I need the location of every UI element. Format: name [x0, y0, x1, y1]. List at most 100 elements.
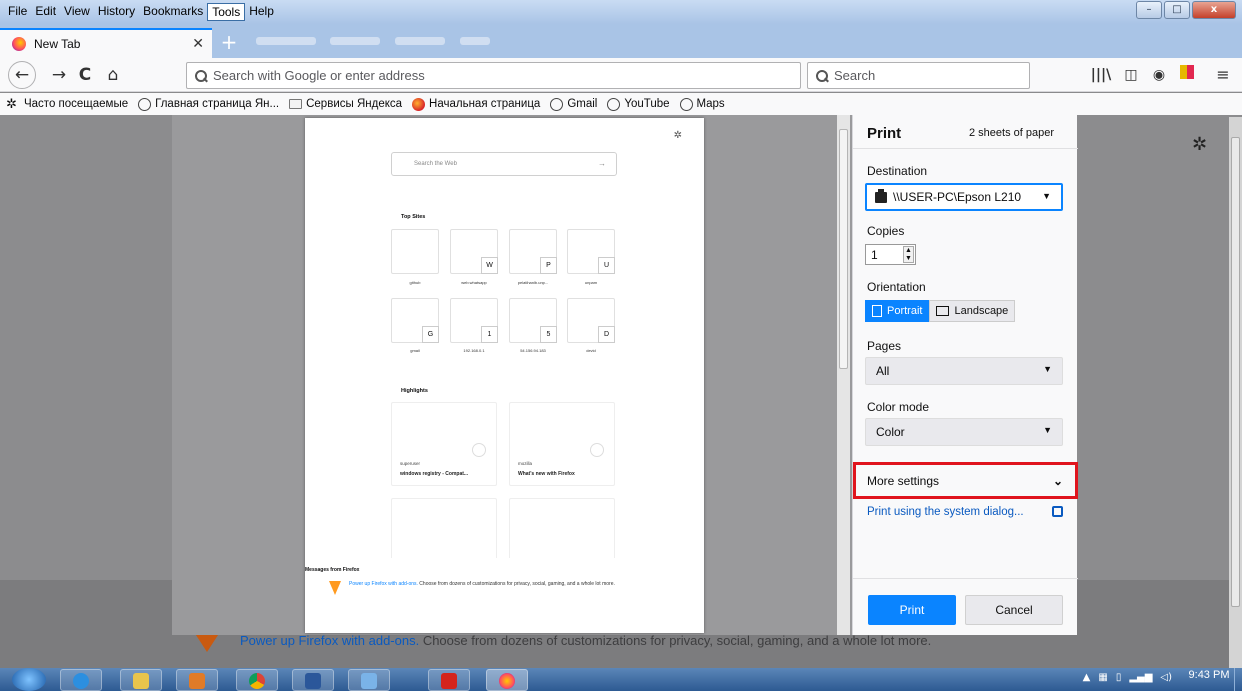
bookmark-yandex-home[interactable]: Главная страница Ян...	[138, 97, 280, 111]
bookmark-label: YouTube	[624, 98, 670, 110]
search-bar[interactable]: Search	[807, 62, 1030, 89]
orientation-label: Orientation	[867, 280, 926, 294]
search-icon	[816, 69, 828, 82]
globe-icon	[607, 97, 621, 111]
menu-tools[interactable]: Tools	[207, 3, 246, 21]
battery-icon[interactable]: ▯	[1116, 672, 1122, 683]
media-taskbar-button[interactable]	[176, 669, 218, 691]
back-button[interactable]: ←	[8, 61, 36, 89]
network-icon[interactable]: ▦	[1098, 672, 1107, 683]
portrait-label: Portrait	[887, 305, 923, 317]
landscape-icon	[936, 306, 950, 316]
tray-expand-icon[interactable]: ▲	[1083, 672, 1091, 683]
bookmark-gmail[interactable]: Gmail	[550, 97, 597, 111]
url-placeholder: Search with Google or enter address	[213, 68, 425, 83]
portrait-button[interactable]: Portrait	[865, 300, 930, 322]
print-title: Print	[867, 125, 902, 142]
word-taskbar-button[interactable]	[292, 669, 334, 691]
scrollbar-thumb[interactable]	[1231, 137, 1240, 607]
landscape-button[interactable]: Landscape	[929, 300, 1016, 322]
top-site-tile: P	[509, 229, 557, 274]
bookmark-start-page[interactable]: Начальная страница	[412, 97, 540, 111]
top-site-tile: W	[450, 229, 498, 274]
acrobat-taskbar-button[interactable]	[428, 669, 470, 691]
scrollbar-thumb[interactable]	[839, 129, 848, 369]
messages-section	[305, 558, 704, 633]
word-icon	[305, 673, 321, 689]
gear-icon: ✲	[6, 95, 17, 111]
copies-input[interactable]: 1 ▲ ▼	[865, 244, 916, 265]
tab-new-tab[interactable]: New Tab ✕	[0, 28, 212, 58]
bookmark-label: Главная страница Ян...	[155, 98, 280, 110]
bookmark-yandex-services[interactable]: Сервисы Яндекса	[289, 98, 402, 110]
volume-icon[interactable]: ◁)	[1160, 672, 1172, 683]
more-settings-toggle[interactable]: More settings ⌄	[853, 462, 1078, 499]
tab-title: New Tab	[34, 37, 81, 51]
copies-stepper[interactable]: ▲ ▼	[903, 246, 914, 263]
menu-icon[interactable]: ≡	[1212, 64, 1234, 86]
bookmark-youtube[interactable]: YouTube	[607, 97, 670, 111]
page-scrollbar[interactable]	[1229, 117, 1242, 668]
background-message-link[interactable]: Power up Firefox with add-ons.	[240, 633, 419, 648]
bookmark-maps[interactable]: Maps	[679, 97, 725, 111]
cancel-button[interactable]: Cancel	[965, 595, 1063, 625]
external-link-icon[interactable]	[1052, 506, 1063, 517]
system-dialog-link[interactable]: Print using the system dialog...	[867, 506, 1024, 518]
minimize-button[interactable]: –	[1136, 1, 1162, 19]
url-bar[interactable]: Search with Google or enter address	[186, 62, 801, 89]
clock[interactable]: 9:43 PM	[1186, 669, 1232, 681]
system-tray: ▲ ▦ ▯ ▂▄▆ ◁)	[1083, 672, 1172, 683]
menu-edit[interactable]: Edit	[31, 3, 60, 21]
home-button[interactable]: ⌂	[100, 62, 126, 88]
highlight-title: What's new with Firefox	[518, 471, 575, 477]
copies-value: 1	[871, 248, 878, 262]
globe-icon	[679, 97, 693, 111]
reload-button[interactable]: C	[72, 62, 98, 88]
top-site-tile	[391, 229, 439, 274]
menu-file[interactable]: File	[4, 3, 31, 21]
copies-label: Copies	[867, 224, 905, 238]
firefox-taskbar-button[interactable]	[486, 669, 528, 691]
chrome-taskbar-button[interactable]	[236, 669, 278, 691]
top-site-label: github	[409, 280, 421, 285]
color-mode-select[interactable]: Color ▼	[865, 418, 1063, 446]
sidebar-icon[interactable]: ◫	[1120, 64, 1142, 86]
print-button[interactable]: Print	[868, 595, 956, 625]
preview-scrollbar[interactable]	[837, 115, 850, 635]
signal-icon[interactable]: ▂▄▆	[1129, 672, 1152, 683]
library-icon[interactable]: |||\	[1090, 64, 1112, 86]
gear-icon[interactable]: ✲	[1192, 134, 1207, 155]
show-desktop-button[interactable]	[1234, 668, 1242, 691]
top-site-label: unpam	[584, 280, 598, 285]
search-placeholder: Search	[834, 68, 876, 83]
menu-history[interactable]: History	[94, 3, 139, 21]
gear-icon: ✲	[673, 130, 682, 141]
yandex-browser-icon	[412, 97, 426, 111]
close-tab-icon[interactable]: ✕	[192, 36, 204, 52]
site-letter: W	[481, 257, 498, 274]
explorer-taskbar-button[interactable]	[120, 669, 162, 691]
ie-taskbar-button[interactable]	[60, 669, 102, 691]
top-site-tile: U	[567, 229, 615, 274]
bookmarks-toolbar: ✲ Часто посещаемые Главная страница Ян..…	[0, 93, 1242, 115]
start-button[interactable]	[12, 668, 46, 691]
account-icon[interactable]: ◉	[1148, 64, 1170, 86]
paint-taskbar-button[interactable]	[348, 669, 390, 691]
firefox-icon	[12, 37, 26, 51]
close-window-button[interactable]: x	[1192, 1, 1236, 19]
menu-help[interactable]: Help	[245, 3, 278, 21]
media-icon	[189, 673, 205, 689]
menu-view[interactable]: View	[60, 3, 94, 21]
destination-select[interactable]: \\USER-PC\Epson L210 ▼	[865, 183, 1063, 211]
globe-icon	[138, 97, 152, 111]
menu-bookmarks[interactable]: Bookmarks	[139, 3, 207, 21]
preview-search-box: Search the Web →	[391, 152, 617, 176]
new-tab-button[interactable]: +	[218, 32, 240, 54]
forward-button[interactable]: →	[46, 62, 72, 88]
sheet-count: 2 sheets of paper	[968, 127, 1054, 139]
maximize-button[interactable]: □	[1164, 1, 1190, 19]
bookmark-most-visited[interactable]: ✲ Часто посещаемые	[6, 95, 128, 111]
pages-select[interactable]: All ▼	[865, 357, 1063, 385]
chevron-down-icon: ▼	[1043, 364, 1052, 374]
extension-icon[interactable]	[1176, 64, 1198, 86]
